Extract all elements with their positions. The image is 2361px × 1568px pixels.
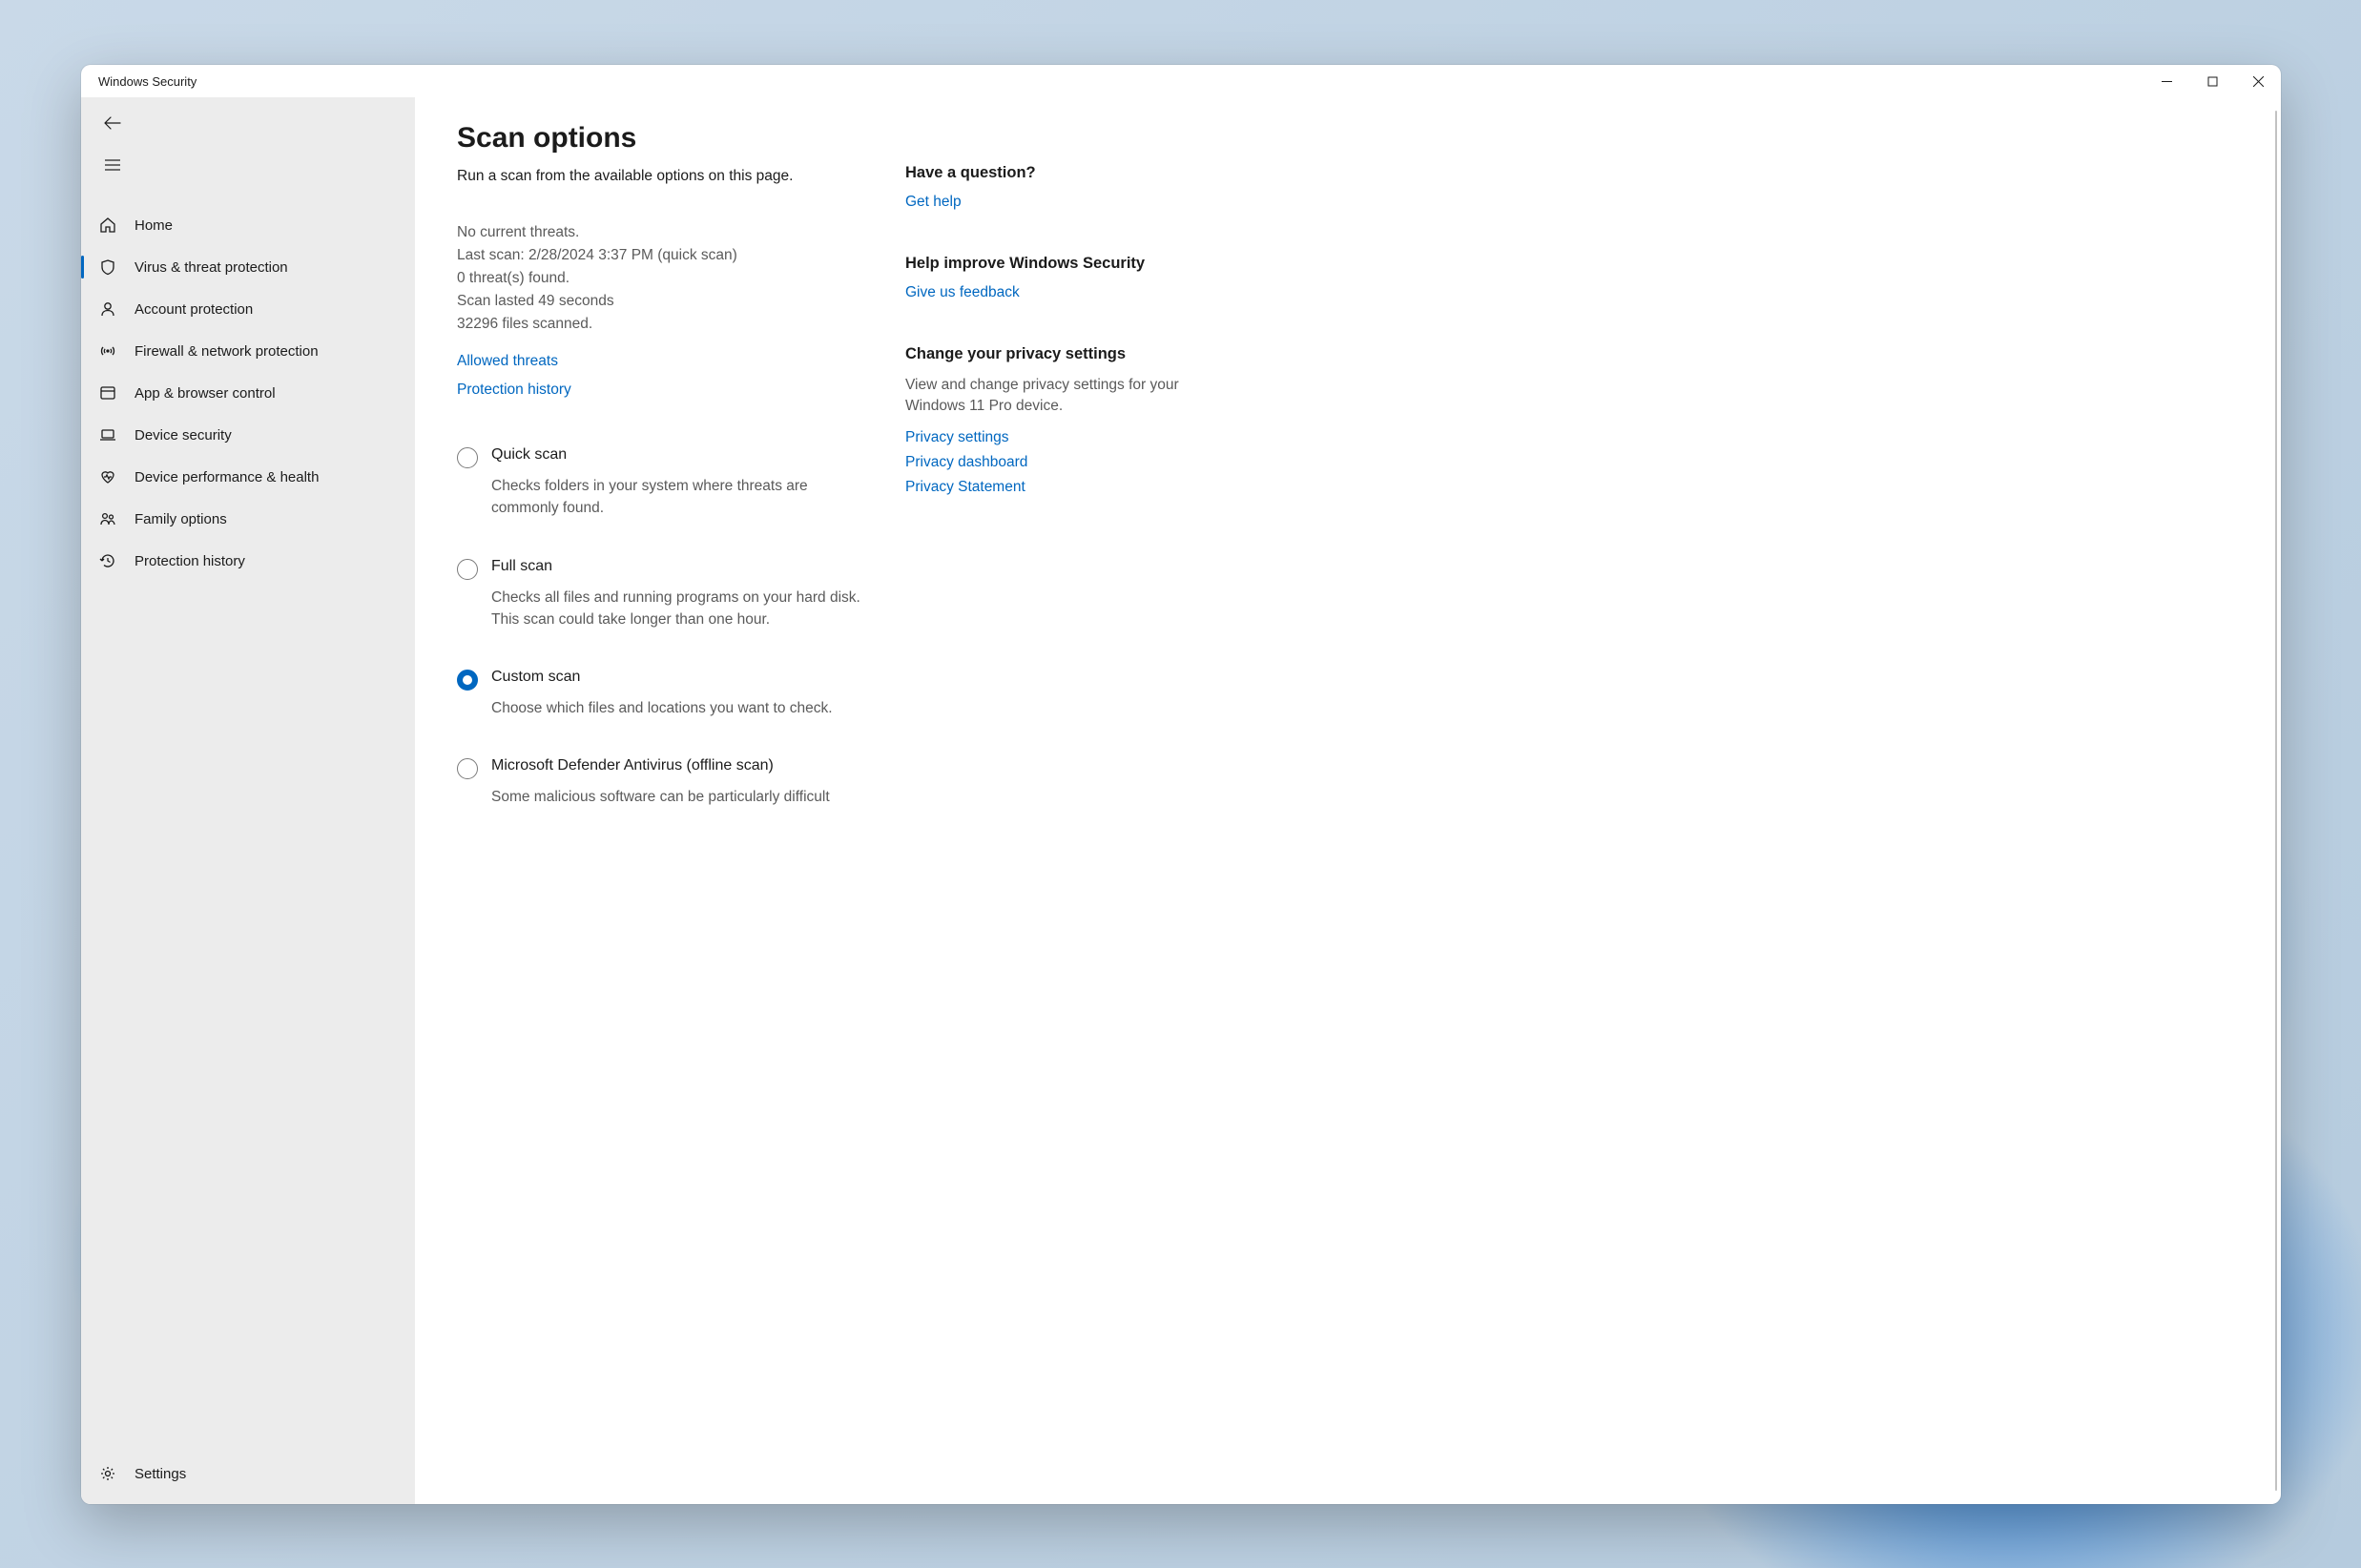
history-icon (98, 551, 117, 570)
status-threats-found: 0 threat(s) found. (457, 267, 877, 290)
radio-label: Full scan (491, 558, 877, 575)
gear-icon (98, 1464, 117, 1483)
aside-privacy-block: Change your privacy settings View and ch… (905, 345, 1182, 496)
content-area: Scan options Run a scan from the availab… (415, 97, 2281, 1504)
sidebar-item-label: Device security (135, 427, 232, 444)
radio-option-custom-scan[interactable]: Custom scan Choose which files and locat… (457, 669, 877, 719)
sidebar-item-device-performance[interactable]: Device performance & health (81, 456, 415, 498)
aside-title: Help improve Windows Security (905, 255, 1182, 273)
aside-question-block: Have a question? Get help (905, 164, 1182, 211)
family-icon (98, 509, 117, 528)
sidebar-nav: Home Virus & threat protection Account p… (81, 189, 415, 1453)
back-arrow-icon (104, 116, 121, 130)
window-body: Home Virus & threat protection Account p… (81, 97, 2281, 1504)
broadcast-icon (98, 341, 117, 361)
radio-label: Microsoft Defender Antivirus (offline sc… (491, 757, 830, 774)
sidebar-item-virus-threat[interactable]: Virus & threat protection (81, 246, 415, 288)
sidebar-item-family[interactable]: Family options (81, 498, 415, 540)
radio-option-offline-scan[interactable]: Microsoft Defender Antivirus (offline sc… (457, 757, 877, 808)
hamburger-button[interactable] (94, 147, 131, 183)
radio-description: Checks folders in your system where thre… (491, 475, 877, 520)
sidebar: Home Virus & threat protection Account p… (81, 97, 415, 1504)
sidebar-item-label: Family options (135, 511, 227, 527)
aside-improve-block: Help improve Windows Security Give us fe… (905, 255, 1182, 301)
close-icon (2253, 76, 2264, 87)
sidebar-item-firewall[interactable]: Firewall & network protection (81, 330, 415, 372)
sidebar-item-label: Virus & threat protection (135, 259, 288, 276)
get-help-link[interactable]: Get help (905, 194, 1182, 211)
sidebar-item-home[interactable]: Home (81, 204, 415, 246)
status-files-scanned: 32296 files scanned. (457, 313, 877, 336)
window-title: Windows Security (98, 74, 197, 89)
laptop-icon (98, 425, 117, 444)
close-button[interactable] (2235, 65, 2281, 97)
main-column: Scan options Run a scan from the availab… (457, 122, 905, 1504)
minimize-button[interactable] (2144, 65, 2189, 97)
back-button[interactable] (94, 105, 131, 141)
scan-options-group: Quick scan Checks folders in your system… (457, 446, 877, 809)
titlebar-controls (2144, 65, 2281, 97)
radio-option-full-scan[interactable]: Full scan Checks all files and running p… (457, 558, 877, 631)
sidebar-item-protection-history[interactable]: Protection history (81, 540, 415, 582)
windows-security-window: Windows Security (81, 65, 2281, 1504)
radio-label: Quick scan (491, 446, 877, 464)
privacy-settings-link[interactable]: Privacy settings (905, 429, 1182, 446)
radio-icon (457, 670, 478, 691)
heartbeat-icon (98, 467, 117, 486)
maximize-button[interactable] (2189, 65, 2235, 97)
sidebar-item-settings[interactable]: Settings (81, 1453, 415, 1495)
radio-description: Checks all files and running programs on… (491, 587, 877, 631)
privacy-dashboard-link[interactable]: Privacy dashboard (905, 454, 1182, 471)
status-last-scan: Last scan: 2/28/2024 3:37 PM (quick scan… (457, 244, 877, 267)
scrollbar[interactable] (2275, 111, 2277, 1491)
feedback-link[interactable]: Give us feedback (905, 284, 1182, 301)
radio-icon (457, 447, 478, 468)
status-no-threats: No current threats. (457, 221, 877, 244)
hamburger-icon (104, 158, 121, 172)
sidebar-item-label: Firewall & network protection (135, 343, 319, 360)
aside-title: Change your privacy settings (905, 345, 1182, 363)
radio-option-quick-scan[interactable]: Quick scan Checks folders in your system… (457, 446, 877, 520)
minimize-icon (2162, 76, 2172, 87)
sidebar-item-label: Settings (135, 1466, 186, 1482)
sidebar-item-app-browser[interactable]: App & browser control (81, 372, 415, 414)
sidebar-item-device-security[interactable]: Device security (81, 414, 415, 456)
privacy-statement-link[interactable]: Privacy Statement (905, 479, 1182, 496)
sidebar-item-account[interactable]: Account protection (81, 288, 415, 330)
page-title: Scan options (457, 122, 877, 155)
sidebar-item-label: Home (135, 217, 173, 234)
aside-title: Have a question? (905, 164, 1182, 182)
aside-column: Have a question? Get help Help improve W… (905, 122, 1182, 1504)
radio-description: Choose which files and locations you wan… (491, 697, 833, 719)
aside-text: View and change privacy settings for you… (905, 375, 1182, 418)
maximize-icon (2207, 76, 2218, 87)
sidebar-item-label: Account protection (135, 301, 253, 318)
scan-status-block: No current threats. Last scan: 2/28/2024… (457, 221, 877, 336)
home-icon (98, 216, 117, 235)
radio-icon (457, 559, 478, 580)
page-subtitle: Run a scan from the available options on… (457, 168, 877, 185)
status-duration: Scan lasted 49 seconds (457, 290, 877, 313)
sidebar-item-label: App & browser control (135, 385, 276, 402)
allowed-threats-link[interactable]: Allowed threats (457, 353, 877, 370)
shield-icon (98, 258, 117, 277)
radio-description: Some malicious software can be particula… (491, 786, 830, 808)
sidebar-item-label: Protection history (135, 553, 245, 569)
radio-icon (457, 758, 478, 779)
titlebar: Windows Security (81, 65, 2281, 97)
sidebar-item-label: Device performance & health (135, 469, 319, 485)
protection-history-link[interactable]: Protection history (457, 382, 877, 399)
app-window-icon (98, 383, 117, 402)
radio-label: Custom scan (491, 669, 833, 686)
person-icon (98, 299, 117, 319)
